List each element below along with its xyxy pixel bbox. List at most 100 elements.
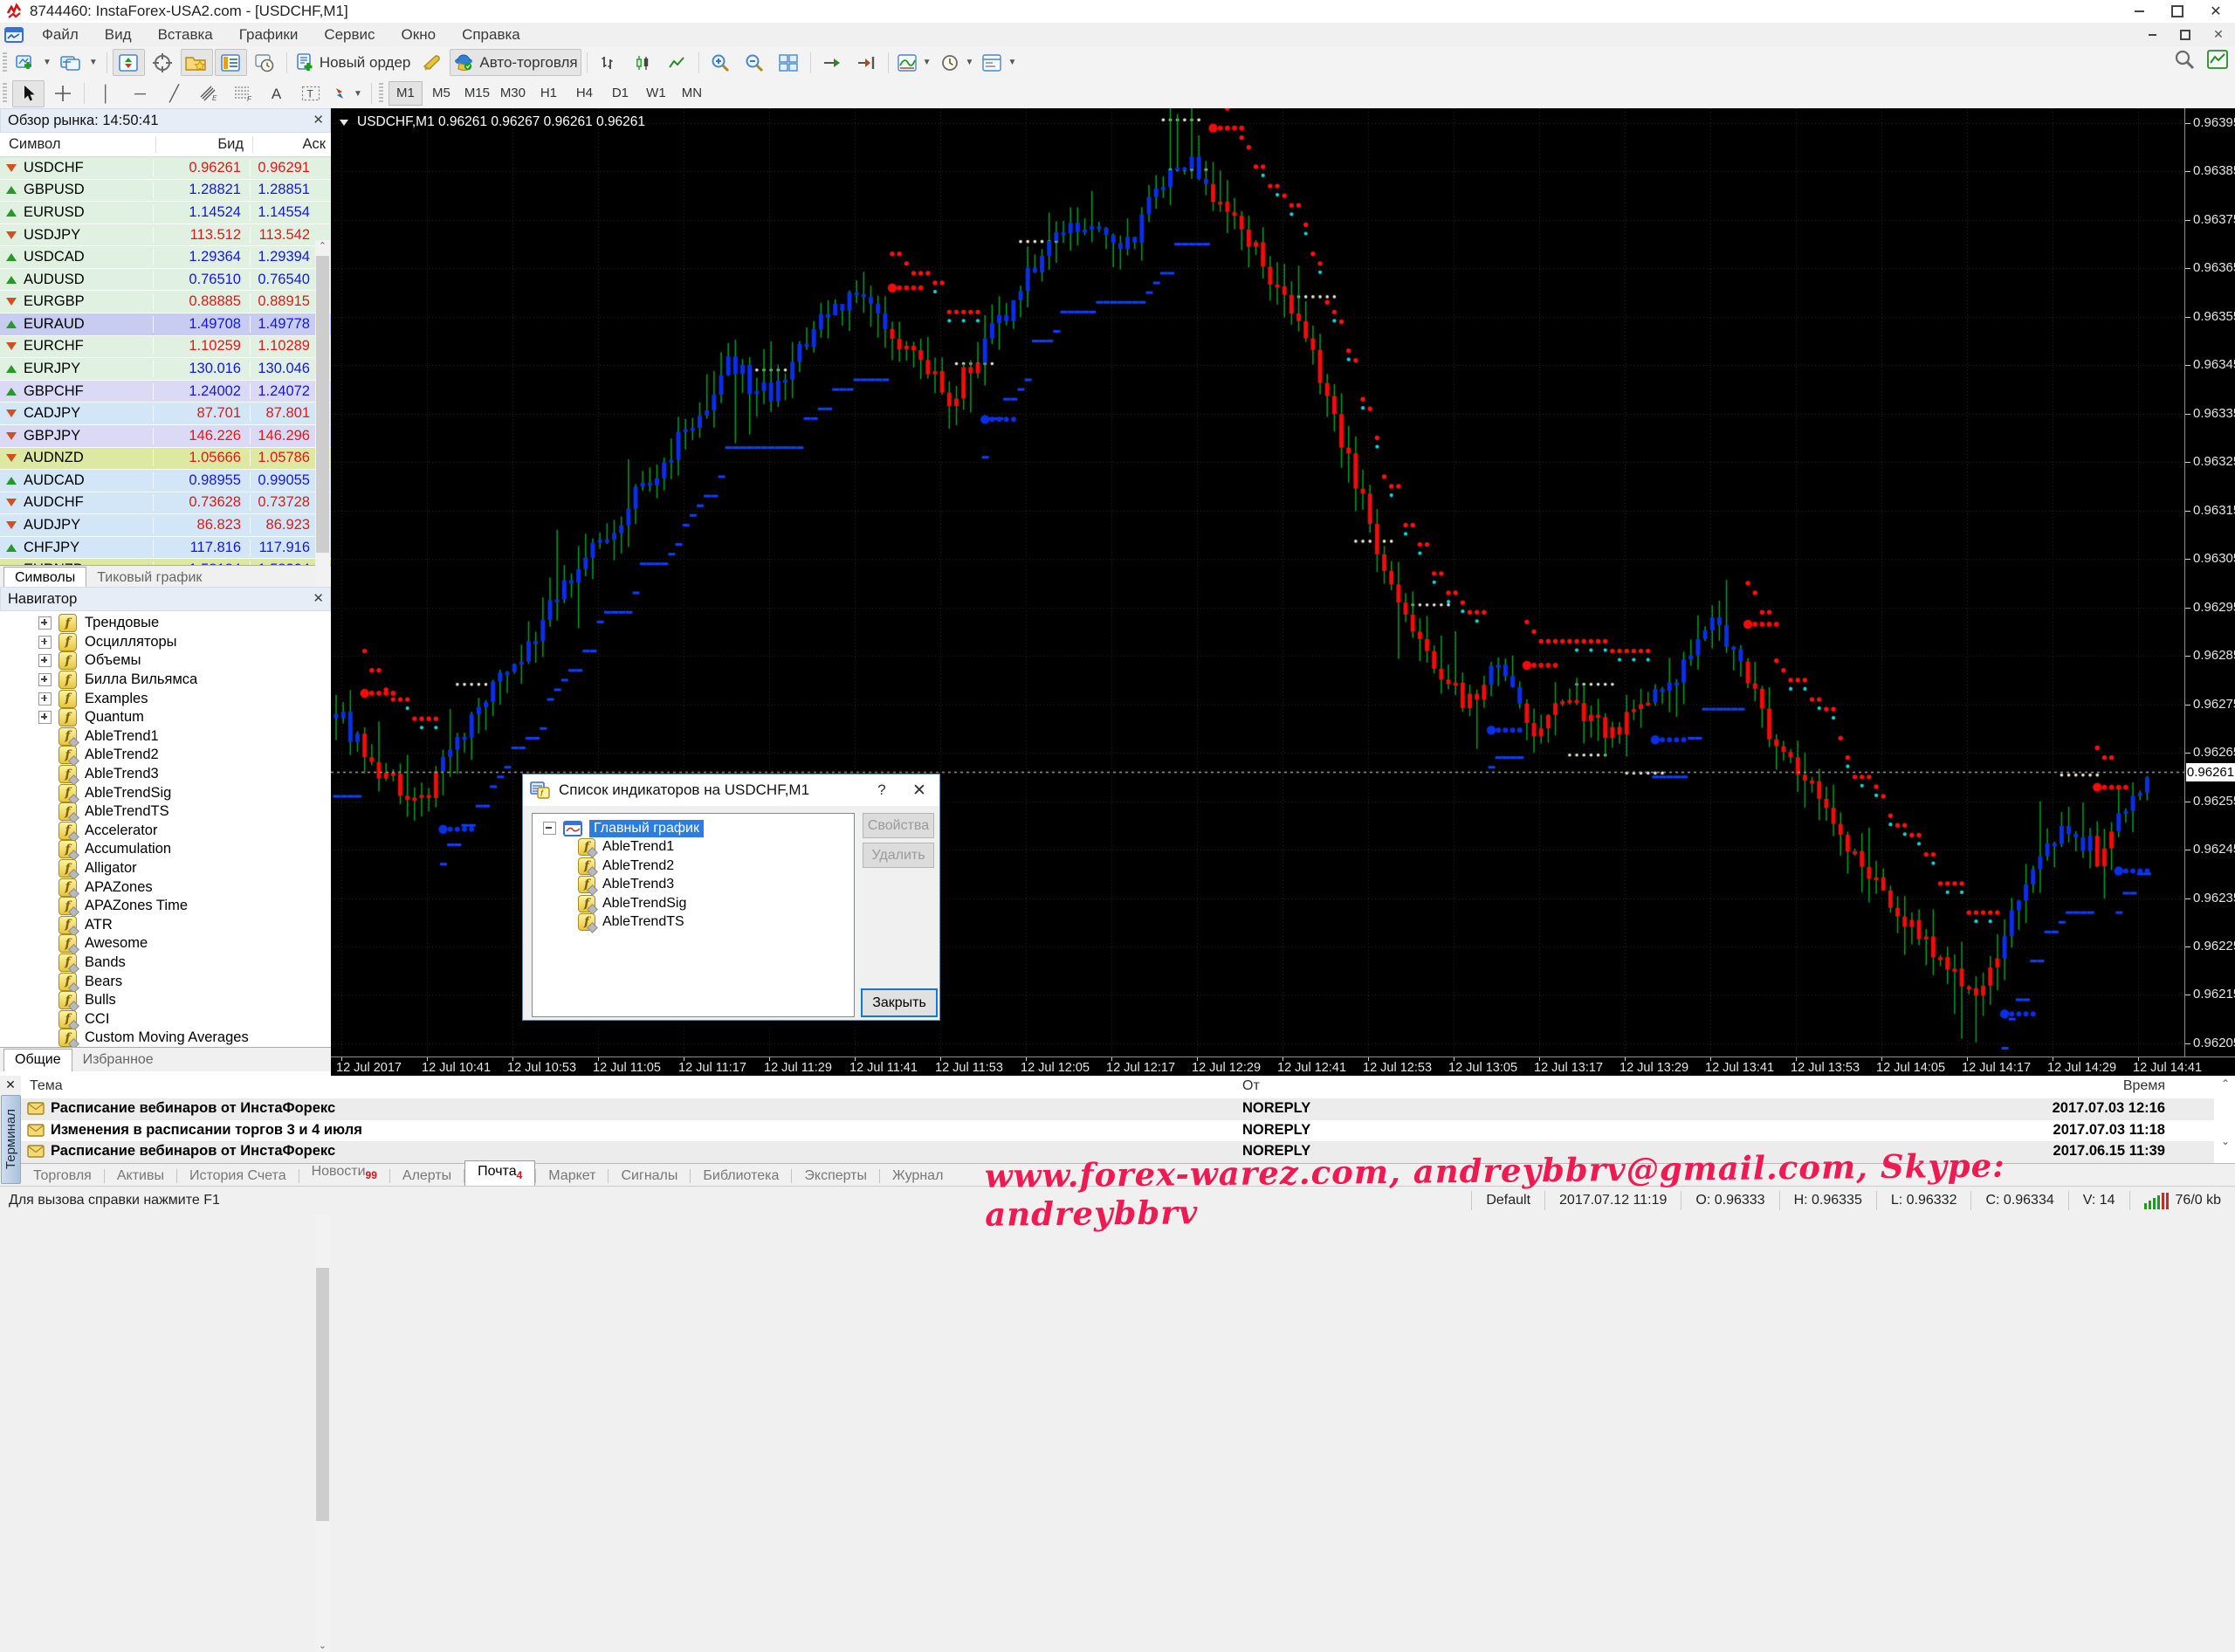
navigator-item-APAZones[interactable]: fAPAZones (0, 878, 331, 897)
market-watch-row-GBPCHF[interactable]: GBPCHF1.240021.24072 (0, 381, 331, 403)
profiles-button[interactable]: ▼ (57, 49, 101, 76)
dialog-indicator-AbleTrend1[interactable]: fAbleTrend1 (533, 838, 854, 857)
timeframe-M1[interactable]: M1 (389, 81, 423, 106)
zoom-out-button[interactable] (739, 49, 771, 76)
navigator-item-Трендовые[interactable]: fТрендовые (0, 614, 331, 633)
terminal-tab-Маркет[interactable]: Маркет (536, 1166, 608, 1187)
mail-scrollbar[interactable]: ⌃ ⌄ (2218, 1076, 2233, 1163)
dialog-indicator-AbleTrend2[interactable]: fAbleTrend2 (533, 857, 854, 876)
navigator-item-Alligator[interactable]: fAlligator (0, 859, 331, 878)
price-axis[interactable]: 0.96261 0.963950.963850.963750.963650.96… (2184, 108, 2235, 1057)
navigator-item-Quantum[interactable]: fQuantum (0, 708, 331, 727)
scroll-down-icon[interactable]: ⌄ (2218, 1135, 2233, 1147)
navigator-item-CCI[interactable]: fCCI (0, 1009, 331, 1029)
terminal-tab-Сигналы[interactable]: Сигналы (609, 1166, 690, 1187)
market-watch-row-USDCHF[interactable]: USDCHF0.962610.96291 (0, 157, 331, 180)
navigator-item-Bulls[interactable]: fBulls (0, 991, 331, 1010)
expand-plus-icon[interactable] (38, 673, 52, 686)
market-watch-row-AUDCHF[interactable]: AUDCHF0.736280.73728 (0, 492, 331, 515)
navigator-toggle[interactable] (181, 49, 213, 76)
navigator-item-AbleTrend2[interactable]: fAbleTrend2 (0, 746, 331, 765)
column-ask[interactable]: Аск (252, 136, 331, 153)
menu-item-Файл[interactable]: Файл (29, 23, 92, 46)
close-icon[interactable]: ✕ (0, 1076, 21, 1093)
close-icon[interactable]: ✕ (313, 588, 324, 610)
market-watch-row-CADJPY[interactable]: CADJPY87.70187.801 (0, 403, 331, 425)
menu-item-Вставка[interactable]: Вставка (145, 23, 226, 46)
crosshair-tool[interactable] (46, 80, 79, 107)
market-watch-row-EURNZD[interactable]: EURNZD1.581841.58304 (0, 559, 331, 565)
menu-item-Справка[interactable]: Справка (449, 23, 533, 46)
market-watch-row-AUDCAD[interactable]: AUDCAD0.989550.99055 (0, 470, 331, 492)
bar-chart-button[interactable] (593, 49, 625, 76)
timeframe-MN[interactable]: MN (675, 81, 709, 106)
navigator-item-ATR[interactable]: fATR (0, 916, 331, 935)
tile-windows-button[interactable] (773, 49, 805, 76)
arrows-tool[interactable]: ▼ (328, 80, 366, 107)
new-order-button[interactable]: Новый ордер (292, 49, 415, 76)
periods-button[interactable]: ▼ (937, 49, 978, 76)
minimize-icon[interactable] (2120, 0, 2158, 23)
dialog-tree-root-label[interactable]: Главный график (589, 820, 704, 837)
market-watch-row-AUDUSD[interactable]: AUDUSD0.765100.76540 (0, 269, 331, 292)
market-watch-toggle[interactable] (113, 49, 145, 76)
terminal-tab-Торговля[interactable]: Торговля (21, 1166, 104, 1187)
column-time[interactable]: Время (2123, 1078, 2165, 1094)
terminal-tab-Новости[interactable]: Новости99 (299, 1161, 389, 1187)
navigator-item-Осцилляторы[interactable]: fОсцилляторы (0, 633, 331, 652)
navigator-item-Custom-Moving-Averages[interactable]: fCustom Moving Averages (0, 1029, 331, 1047)
timeframe-D1[interactable]: D1 (603, 81, 637, 106)
child-close-icon[interactable]: ✕ (2202, 24, 2235, 45)
market-watch-row-EURAUD[interactable]: EURAUD1.497081.49778 (0, 313, 331, 336)
close-icon[interactable]: ✕ (2197, 0, 2235, 23)
fibonacci-tool[interactable]: F (226, 80, 258, 107)
terminal-tab-Эксперты[interactable]: Эксперты (792, 1166, 879, 1187)
text-label-tool[interactable]: T (294, 80, 327, 107)
new-chart-button[interactable]: ▼ (12, 49, 55, 76)
navigator-item-Объемы[interactable]: fОбъемы (0, 651, 331, 671)
navigator-item-Bears[interactable]: fBears (0, 972, 331, 991)
terminal-toggle[interactable] (215, 49, 247, 76)
trendline-tool[interactable]: ╱ (158, 80, 190, 107)
navigator-item-Accelerator[interactable]: fAccelerator (0, 822, 331, 841)
column-symbol[interactable]: Символ (0, 136, 155, 153)
timeframe-M15[interactable]: M15 (460, 81, 494, 106)
child-minimize-icon[interactable] (2135, 24, 2169, 45)
menu-item-Графики[interactable]: Графики (226, 23, 312, 46)
navigator-item-Билла-Вильямса[interactable]: fБилла Вильямса (0, 671, 331, 690)
navigator-item-Accumulation[interactable]: fAccumulation (0, 840, 331, 859)
market-watch-row-GBPUSD[interactable]: GBPUSD1.288211.28851 (0, 180, 331, 203)
terminal-tab-Активы[interactable]: Активы (105, 1166, 176, 1187)
dialog-indicator-AbleTrendSig[interactable]: fAbleTrendSig (533, 894, 854, 913)
navigator-item-Bands[interactable]: fBands (0, 953, 331, 973)
indicators-button[interactable]: ▼ (894, 49, 935, 76)
navigator-item-Awesome[interactable]: fAwesome (0, 934, 331, 953)
market-watch-header[interactable]: Обзор рынка: 14:50:41 ✕ (0, 108, 331, 133)
zoom-in-button[interactable] (705, 49, 737, 76)
tab-favorites[interactable]: Избранное (72, 1050, 164, 1071)
auto-scroll-toggle[interactable] (816, 49, 849, 76)
toolbar-grip[interactable] (3, 83, 7, 104)
terminal-tab-Почта[interactable]: Почта4 (464, 1160, 535, 1187)
chart-shift-toggle[interactable] (850, 49, 883, 76)
market-watch-row-CHFJPY[interactable]: CHFJPY117.816117.916 (0, 537, 331, 560)
candlestick-chart-button[interactable] (627, 49, 659, 76)
close-button[interactable]: Закрыть (861, 988, 938, 1017)
expand-plus-icon[interactable] (38, 616, 52, 630)
expand-plus-icon[interactable] (38, 692, 52, 706)
navigator-scrollbar[interactable]: ⌃ ⌄ (315, 1198, 330, 1652)
vertical-line-tool[interactable]: │ (90, 80, 122, 107)
navigator-item-Examples[interactable]: fExamples (0, 689, 331, 708)
text-tool[interactable]: A (260, 80, 292, 107)
tab-common[interactable]: Общие (3, 1049, 72, 1071)
scrollbar-thumb[interactable] (316, 1268, 329, 1521)
market-watch-row-USDCAD[interactable]: USDCAD1.293641.29394 (0, 246, 331, 269)
menu-item-Окно[interactable]: Окно (389, 23, 450, 46)
menu-item-Сервис[interactable]: Сервис (311, 23, 388, 46)
data-window-toggle[interactable] (147, 49, 179, 76)
mail-row[interactable]: Изменения в расписании торгов 3 и 4 июля… (21, 1120, 2214, 1142)
templates-button[interactable]: ▼ (979, 49, 1020, 76)
line-chart-button[interactable] (661, 49, 693, 76)
timeframe-M5[interactable]: M5 (424, 81, 458, 106)
terminal-tab-Алерты[interactable]: Алерты (390, 1166, 464, 1187)
